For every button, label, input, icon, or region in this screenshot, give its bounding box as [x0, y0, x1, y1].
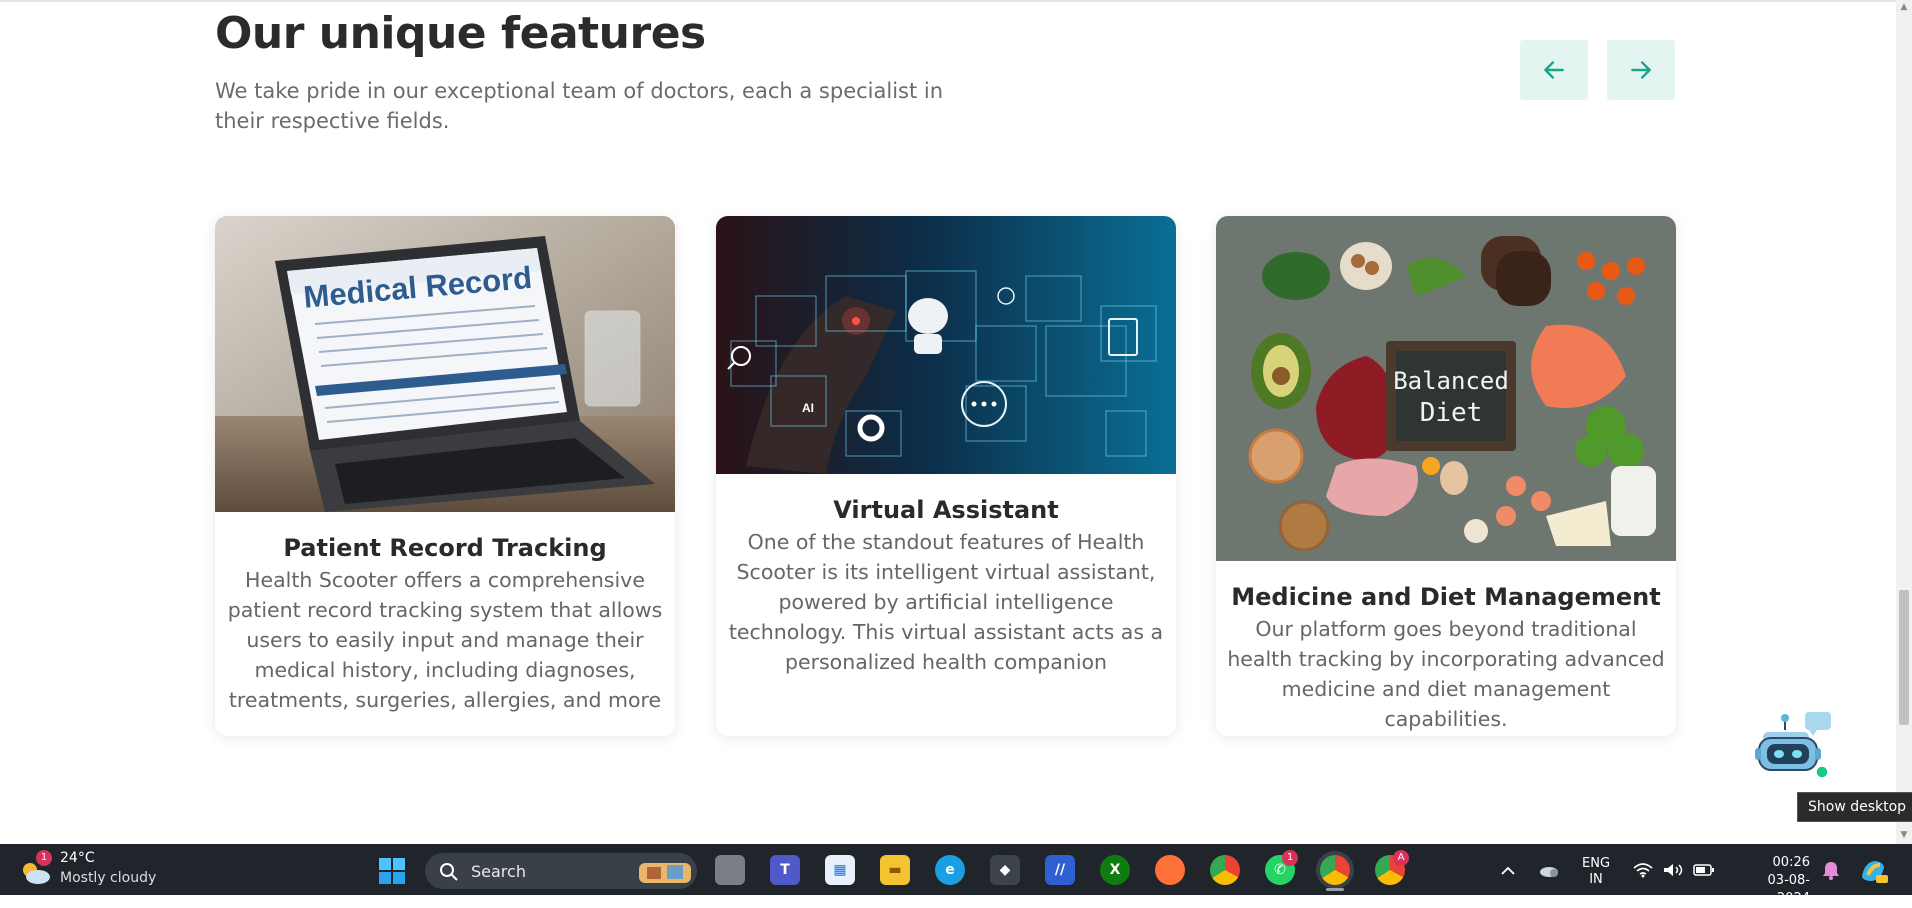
arrow-right-icon	[1631, 61, 1651, 79]
svg-text:Balanced: Balanced	[1393, 367, 1509, 395]
volume-icon[interactable]	[1662, 844, 1684, 895]
language-code: ENG	[1582, 856, 1611, 871]
card-description: Our platform goes beyond traditional hea…	[1227, 617, 1665, 731]
card-description: One of the standout features of Health S…	[728, 530, 1164, 674]
virtual-assistant-ai-image: AI	[716, 216, 1176, 474]
weather-badge: 1	[36, 850, 52, 866]
feature-card-patient-records[interactable]: Medical Record Patient Record Tracking H…	[215, 216, 675, 736]
weather-condition: Mostly cloudy	[60, 870, 157, 886]
carousel-next-button[interactable]	[1607, 40, 1675, 100]
chrome-profile-icon[interactable]	[1320, 855, 1350, 885]
copilot-icon[interactable]	[1858, 844, 1888, 895]
arrow-left-icon	[1544, 61, 1564, 79]
teams-icon[interactable]: T	[770, 855, 800, 885]
taskbar-search-box[interactable]: Search	[425, 853, 697, 889]
app-blue-icon[interactable]: //	[1045, 855, 1075, 885]
carousel-prev-button[interactable]	[1520, 40, 1588, 100]
weather-temperature: 24°C	[60, 850, 95, 866]
feature-card-diet-management[interactable]: Balanced Diet Medicine and Diet Manageme…	[1216, 216, 1676, 736]
firefox-icon[interactable]	[1155, 855, 1185, 885]
edge-browser-icon[interactable]: e	[935, 855, 965, 885]
card-title: Medicine and Diet Management	[1231, 583, 1661, 611]
webpage: Our unique features We take pride in our…	[0, 0, 1912, 844]
vertical-scrollbar[interactable]: ▲ ▼	[1896, 0, 1912, 844]
card-title: Virtual Assistant	[833, 496, 1059, 524]
scroll-down-arrow-icon[interactable]: ▼	[1899, 830, 1909, 840]
scroll-up-arrow-icon[interactable]: ▲	[1899, 2, 1909, 12]
windows-start-icon[interactable]	[378, 857, 406, 885]
unity-hub-icon[interactable]: ◆	[990, 855, 1020, 885]
top-divider	[0, 0, 1896, 2]
wifi-icon[interactable]	[1633, 844, 1653, 895]
svg-text:AI: AI	[802, 401, 814, 415]
search-highlight-icon	[639, 863, 691, 883]
region-code: IN	[1589, 872, 1603, 887]
balanced-diet-food-image: Balanced Diet	[1216, 216, 1676, 561]
scroll-thumb[interactable]	[1899, 590, 1909, 725]
svg-text:Diet: Diet	[1420, 398, 1483, 428]
active-app-indicator	[1326, 888, 1344, 891]
whatsapp-badge: 1	[1282, 850, 1298, 866]
clock-date: 03-08-2024	[1767, 873, 1810, 906]
notification-bell-icon[interactable]	[1822, 844, 1840, 895]
clock-time: 00:26	[1772, 855, 1810, 870]
search-label: Search	[471, 862, 526, 881]
chrome-icon[interactable]	[1210, 855, 1240, 885]
weather-widget[interactable]: 1 24°C Mostly cloudy	[16, 850, 176, 890]
language-indicator[interactable]: ENG IN	[1582, 856, 1610, 888]
medical-record-laptop-image: Medical Record	[215, 216, 675, 512]
robot-chat-icon[interactable]	[1755, 710, 1835, 790]
card-description: Health Scooter offers a comprehensive pa…	[227, 568, 663, 712]
chrome-profile-badge: A	[1393, 850, 1409, 866]
taskbar: 1 24°C Mostly cloudy Search T ▦ ▬ e ◆ //…	[0, 844, 1912, 906]
file-explorer-icon[interactable]: ▬	[880, 855, 910, 885]
show-desktop-tooltip: Show desktop	[1797, 792, 1912, 822]
xbox-icon[interactable]: X	[1100, 855, 1130, 885]
feature-card-virtual-assistant[interactable]: AI Virtual Assistant One of the standout…	[716, 216, 1176, 736]
section-subtitle: We take pride in our exceptional team of…	[215, 79, 944, 133]
task-view-icon[interactable]	[715, 855, 745, 885]
card-title: Patient Record Tracking	[283, 534, 607, 562]
chevron-up-icon[interactable]	[1500, 844, 1516, 895]
microsoft-store-icon[interactable]: ▦	[825, 855, 855, 885]
onedrive-cloud-icon[interactable]	[1538, 844, 1560, 895]
search-icon	[440, 863, 458, 881]
battery-icon[interactable]	[1693, 844, 1715, 895]
section-title: Our unique features	[215, 8, 706, 59]
clock[interactable]: 00:26 03-08-2024	[1735, 854, 1810, 908]
